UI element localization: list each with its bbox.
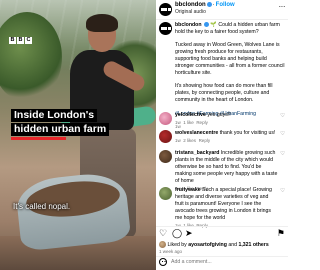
post-date: 1 week ago [159, 249, 183, 254]
person-hair [86, 14, 118, 32]
likes-others[interactable]: 1,321 others [238, 242, 268, 248]
comment-text: thank you for visiting us! [219, 130, 276, 136]
comment-username[interactable]: yelcollective [175, 112, 206, 118]
reply-button[interactable]: Reply [196, 120, 208, 125]
avatar[interactable] [159, 3, 172, 16]
likes-prefix: Liked by [167, 241, 187, 248]
divider [156, 19, 288, 20]
comment-time: 1w [175, 119, 181, 125]
comment-username[interactable]: wolveslanecentre [175, 130, 218, 136]
likes-connector: and [228, 241, 237, 248]
avatar[interactable] [159, 150, 172, 163]
caption-paragraph: Tucked away in Wood Green, Wolves Lane i… [175, 42, 285, 76]
caption-emoji: 🌱 [210, 22, 217, 28]
bookmark-icon[interactable]: ⚑ [277, 228, 285, 238]
comment-likes[interactable]: 1 like [183, 120, 194, 125]
more-icon[interactable]: ··· [279, 3, 286, 11]
header-username-row: bbclondon ·Follow [175, 2, 235, 8]
comment-username[interactable]: fruitywake [175, 187, 201, 193]
headline-accent-bar [11, 137, 66, 140]
header-username[interactable]: bbclondon [175, 2, 206, 8]
follow-button[interactable]: Follow [216, 2, 235, 8]
comment-username[interactable]: tristans_backyard [175, 150, 219, 156]
comment-input[interactable] [171, 258, 279, 266]
video-subtitle: It's called nopal. [13, 202, 71, 211]
avatar[interactable] [159, 187, 172, 200]
avatar[interactable] [159, 112, 172, 125]
bbc-logo: B B C [9, 37, 32, 44]
comment-time: 1w [175, 137, 181, 143]
bbc-logo-block: B [17, 37, 24, 44]
headline-line: Inside London's [11, 109, 98, 122]
avatar[interactable] [159, 241, 166, 248]
heart-icon[interactable]: ♡ [280, 151, 285, 158]
video-headline: Inside London's hidden urban farm [11, 109, 110, 136]
reply-button[interactable]: Reply [199, 138, 211, 143]
avatar[interactable] [159, 22, 172, 35]
avatar[interactable] [159, 130, 172, 143]
divider [156, 226, 288, 227]
plant-foliage [0, 12, 62, 102]
share-icon[interactable]: ➤ [185, 228, 193, 238]
heart-icon[interactable]: ♡ [159, 228, 167, 238]
comment-icon[interactable]: ◯ [172, 228, 182, 238]
comment-text: yes guys!! [207, 112, 231, 118]
bbc-logo-block: B [9, 37, 16, 44]
verified-icon [206, 2, 212, 7]
likes-summary: Liked by ayosartofgiving and 1,321 other… [159, 241, 286, 248]
heart-icon[interactable]: ♡ [280, 113, 285, 120]
video-player[interactable]: B B C Inside London's hidden urban farm … [0, 0, 156, 270]
caption-username[interactable]: bbclondon [175, 22, 202, 28]
divider [156, 256, 288, 257]
add-comment-bar [159, 258, 285, 268]
emoji-icon[interactable] [159, 258, 167, 266]
action-bar: ♡ ◯ ➤ ⚑ [159, 228, 285, 240]
likes-user[interactable]: ayosartofgiving [188, 242, 227, 248]
comment-likes[interactable]: 2 likes [183, 138, 196, 143]
heart-icon[interactable]: ♡ [280, 131, 285, 138]
post-header: bbclondon ·Follow Original audio ··· [159, 2, 285, 18]
original-audio-link[interactable]: Original audio [175, 9, 206, 15]
verified-icon [203, 22, 209, 28]
heart-icon[interactable]: ♡ [280, 188, 285, 195]
caption-paragraph: It's showing how food can do more than f… [175, 83, 273, 104]
separator-dot: · [212, 2, 215, 9]
headline-line: hidden urban farm [11, 123, 110, 136]
bbc-logo-block: C [25, 37, 32, 44]
post-panel: bbclondon ·Follow Original audio ··· bbcl… [156, 0, 288, 270]
